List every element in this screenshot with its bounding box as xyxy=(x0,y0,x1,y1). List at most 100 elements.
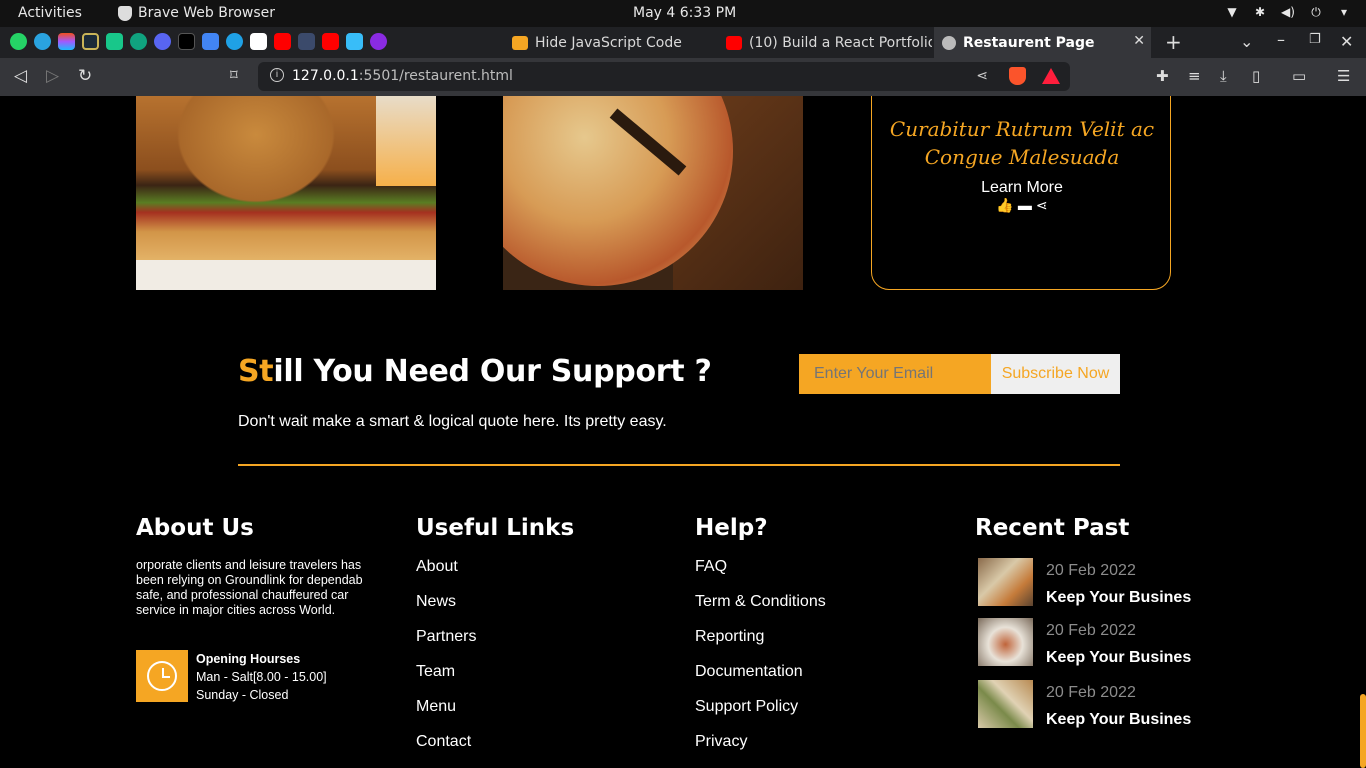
figma-icon[interactable] xyxy=(58,33,75,50)
close-window-button[interactable]: ✕ xyxy=(1340,32,1353,51)
opening-hours: Opening Hourses Man - Salt[8.00 - 15.00]… xyxy=(196,650,327,704)
hours-sunday: Sunday - Closed xyxy=(196,688,289,702)
forward-icon[interactable]: ▷ xyxy=(46,66,59,86)
youtube-icon xyxy=(726,35,742,50)
system-top-bar: Activities Brave Web Browser May 4 6:33 … xyxy=(0,0,1366,27)
recent-post[interactable]: 20 Feb 2022 Keep Your Busines xyxy=(978,680,1278,730)
chatgpt-icon[interactable] xyxy=(130,33,147,50)
tailwind-icon[interactable] xyxy=(346,33,363,50)
download-icon[interactable]: ⤓ xyxy=(1220,67,1227,85)
docs-icon[interactable] xyxy=(202,33,219,50)
menu-icon[interactable]: ☰ xyxy=(1337,67,1350,85)
url-path: :5501/restaurent.html xyxy=(358,68,513,84)
url-text[interactable]: 127.0.0.1:5501/restaurent.html xyxy=(292,68,513,84)
clock[interactable]: May 4 6:33 PM xyxy=(633,5,736,21)
close-tab-icon[interactable]: ✕ xyxy=(1133,33,1145,49)
thumbs-up-icon[interactable]: 👍 xyxy=(996,197,1013,214)
recent-post[interactable]: 20 Feb 2022 Keep Your Busines xyxy=(978,618,1278,668)
useful-links-heading: Useful Links xyxy=(416,515,575,541)
recent-post[interactable]: 20 Feb 2022 Keep Your Busines xyxy=(978,558,1278,608)
tab-restaurent-page[interactable]: Restaurent Page ✕ xyxy=(934,27,1151,58)
globe-icon xyxy=(942,35,956,50)
u-icon[interactable] xyxy=(370,33,387,50)
link-faq[interactable]: FAQ xyxy=(695,558,826,593)
subscribe-button[interactable]: Subscribe Now xyxy=(991,354,1120,394)
share-icon[interactable]: ⋖ xyxy=(1036,197,1048,214)
support-heading: Still You Need Our Support ? xyxy=(238,354,712,389)
link-news[interactable]: News xyxy=(416,593,476,628)
about-text: orporate clients and leisure travelers h… xyxy=(136,558,363,617)
youtube-icon[interactable] xyxy=(274,33,291,50)
comment-icon[interactable]: ▬ xyxy=(1018,197,1032,214)
brave-shields-icon[interactable] xyxy=(1009,67,1026,85)
send-icon[interactable] xyxy=(298,33,315,50)
app-menu[interactable]: Brave Web Browser xyxy=(118,5,275,21)
post-title[interactable]: Keep Your Busines xyxy=(1046,711,1191,729)
tab-hide-javascript[interactable]: Hide JavaScript Code xyxy=(504,27,716,58)
link-reporting[interactable]: Reporting xyxy=(695,628,826,663)
volume-icon: ◀) xyxy=(1281,5,1295,19)
address-bar[interactable]: i 127.0.0.1:5501/restaurent.html ⋖ xyxy=(258,62,1070,91)
activities-button[interactable]: Activities xyxy=(18,5,82,21)
brave-rewards-icon[interactable] xyxy=(1042,68,1060,84)
link-about[interactable]: About xyxy=(416,558,476,593)
tab-title: (10) Build a React Portfolio xyxy=(749,34,932,51)
help-heading: Help? xyxy=(695,515,768,541)
card-script-text: Curabitur Rutrum Velit ac Congue Malesua… xyxy=(889,117,1155,169)
new-tab-button[interactable]: + xyxy=(1165,30,1182,54)
learn-more-link[interactable]: Learn More xyxy=(872,179,1172,197)
play-icon[interactable] xyxy=(226,33,243,50)
link-terms[interactable]: Term & Conditions xyxy=(695,593,826,628)
app-green-icon[interactable] xyxy=(106,33,123,50)
replit-icon[interactable] xyxy=(178,33,195,50)
site-info-icon[interactable]: i xyxy=(270,68,284,82)
post-title[interactable]: Keep Your Busines xyxy=(1046,649,1191,667)
link-contact[interactable]: Contact xyxy=(416,733,476,768)
crypto-icon[interactable] xyxy=(82,33,99,50)
bookmark-icon[interactable]: ⌑ xyxy=(230,66,238,84)
notification-icon[interactable] xyxy=(154,33,171,50)
pizza-image xyxy=(503,96,803,290)
back-icon[interactable]: ◁ xyxy=(14,66,27,86)
reload-icon[interactable]: ↻ xyxy=(78,66,92,86)
tab-list-chevron-icon[interactable]: ⌄ xyxy=(1240,32,1253,51)
wallet-icon[interactable]: ▭ xyxy=(1292,67,1306,85)
fries-detail xyxy=(376,96,436,186)
link-privacy[interactable]: Privacy xyxy=(695,733,826,768)
whatsapp-icon[interactable] xyxy=(10,33,27,50)
sidebar-icon[interactable]: ▯ xyxy=(1252,67,1260,85)
post-thumbnail xyxy=(978,618,1033,666)
recent-heading: Recent Past xyxy=(975,515,1130,541)
useful-links-list: About News Partners Team Menu Contact xyxy=(416,558,476,768)
email-input[interactable] xyxy=(799,354,991,394)
feature-card: Curabitur Rutrum Velit ac Congue Malesua… xyxy=(871,96,1171,290)
about-heading: About Us xyxy=(136,515,254,541)
system-tray[interactable]: ▼ ✱ ◀) ⏻ ▾ xyxy=(1224,4,1352,20)
wifi-icon: ▼ xyxy=(1227,5,1237,19)
minimize-button[interactable]: – xyxy=(1277,30,1285,49)
scrollbar[interactable] xyxy=(1360,694,1366,768)
youtube-icon[interactable] xyxy=(322,33,339,50)
post-date: 20 Feb 2022 xyxy=(1046,684,1136,701)
support-heading-highlight: St xyxy=(238,354,274,389)
maximize-button[interactable]: ❐ xyxy=(1309,32,1321,47)
share-icon[interactable]: ⋖ xyxy=(976,67,988,84)
telegram-icon[interactable] xyxy=(34,33,51,50)
brave-lion-icon xyxy=(118,5,132,21)
frontend-mentor-icon[interactable] xyxy=(250,33,267,50)
playlist-icon[interactable]: ≡ xyxy=(1188,67,1201,85)
hours-title: Opening Hourses xyxy=(196,652,301,666)
post-date: 20 Feb 2022 xyxy=(1046,622,1136,639)
section-divider xyxy=(238,464,1120,466)
tab-react-portfolio[interactable]: (10) Build a React Portfolio xyxy=(718,27,932,58)
link-partners[interactable]: Partners xyxy=(416,628,476,663)
post-title[interactable]: Keep Your Busines xyxy=(1046,589,1191,607)
plate-detail xyxy=(136,260,436,290)
tab-title: Restaurent Page xyxy=(963,34,1095,51)
link-menu[interactable]: Menu xyxy=(416,698,476,733)
link-support-policy[interactable]: Support Policy xyxy=(695,698,826,733)
extensions-icon[interactable]: ✚ xyxy=(1156,67,1169,85)
link-team[interactable]: Team xyxy=(416,663,476,698)
post-thumbnail xyxy=(978,558,1033,606)
link-documentation[interactable]: Documentation xyxy=(695,663,826,698)
